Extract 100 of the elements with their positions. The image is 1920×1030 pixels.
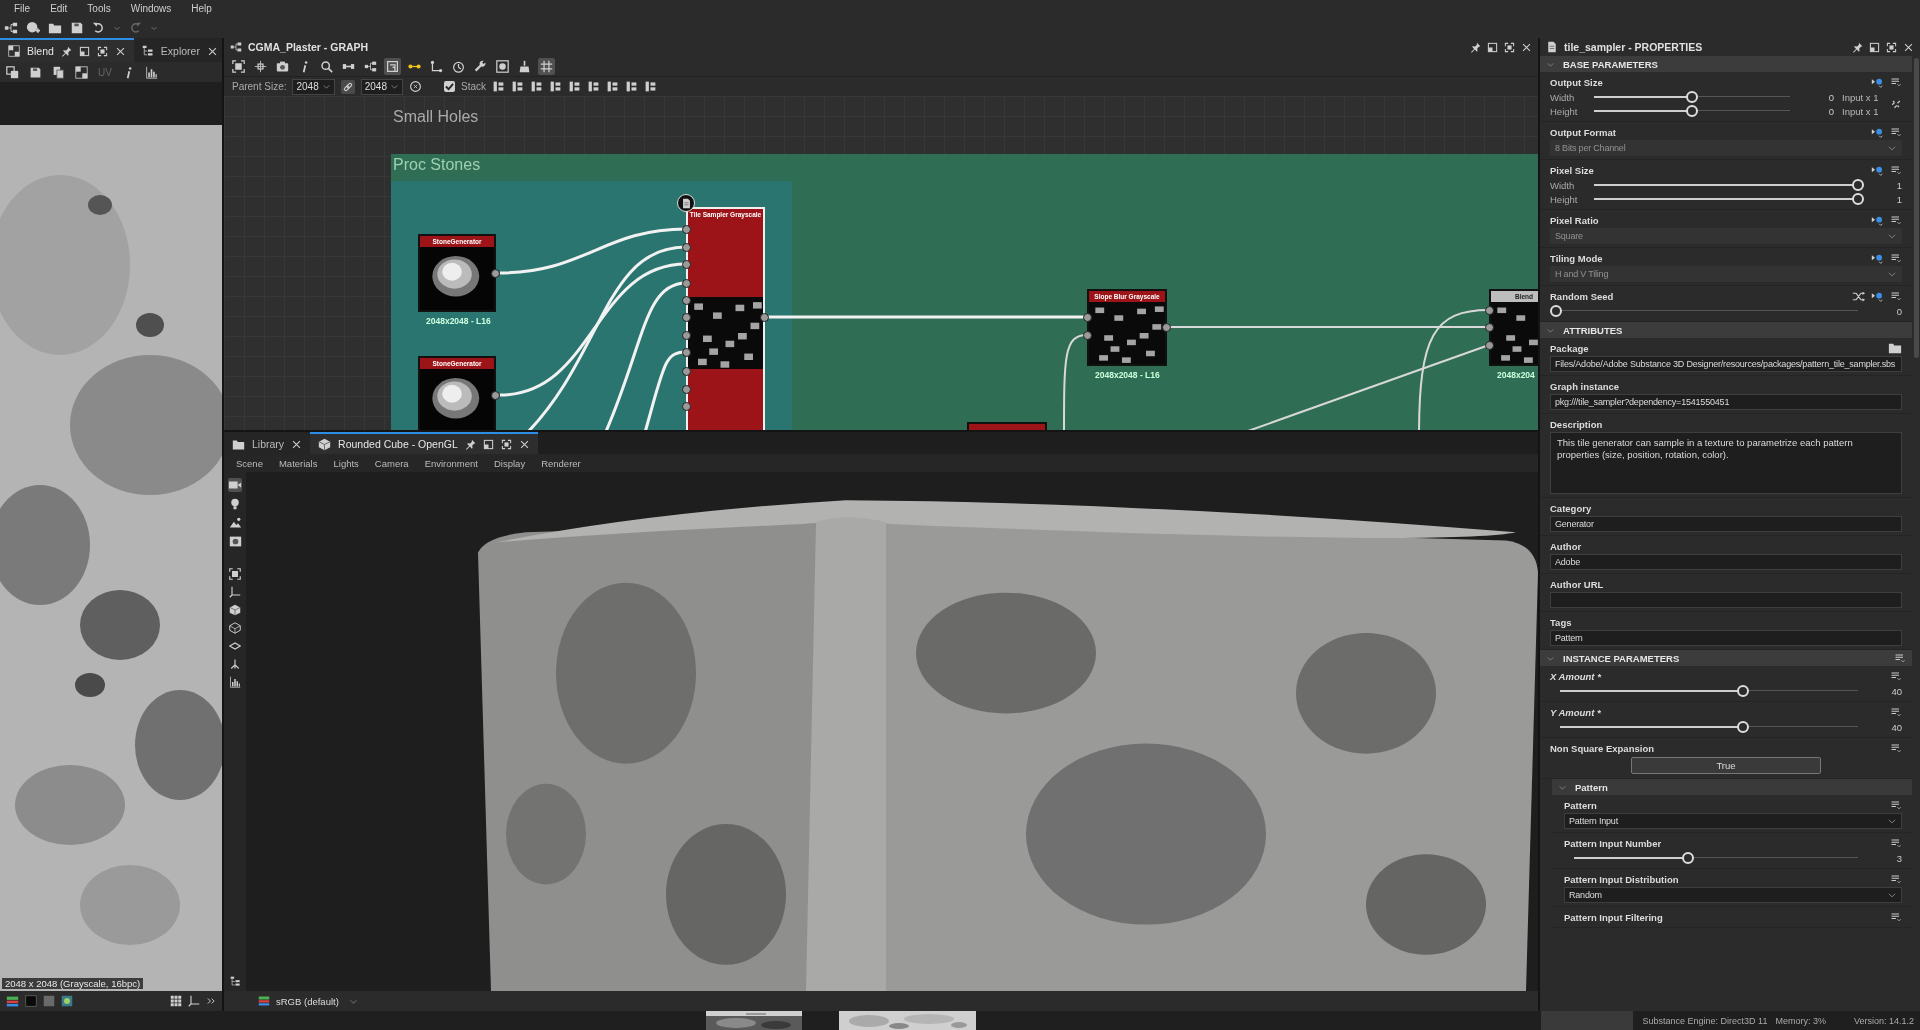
size-dropdown[interactable]: 2048 (360, 78, 403, 95)
group-header[interactable]: Pattern (1552, 779, 1912, 795)
pin-icon[interactable] (464, 438, 476, 450)
menu-icon[interactable] (1890, 799, 1902, 811)
redo-icon[interactable] (129, 21, 142, 34)
align-icon[interactable] (549, 80, 562, 93)
toggle-button[interactable]: True (1631, 757, 1821, 774)
output-port[interactable] (491, 391, 500, 400)
menu-item[interactable]: Lights (325, 457, 367, 469)
link-toggle[interactable] (340, 79, 355, 94)
float-icon[interactable] (1869, 41, 1880, 53)
tiles-icon[interactable] (170, 995, 182, 1007)
unlink-icon[interactable] (1890, 98, 1902, 110)
plane-icon[interactable] (229, 640, 241, 652)
copy-icon[interactable] (6, 65, 19, 79)
panel-tab[interactable]: Rounded Cube - OpenGL (310, 432, 538, 454)
pin-icon[interactable] (1852, 41, 1863, 53)
align-icon[interactable] (625, 80, 638, 93)
menu-item[interactable]: Edit (40, 3, 78, 14)
dropdown[interactable]: Pattern Input (1564, 813, 1902, 829)
text-field[interactable]: pkg:///tile_sampler?dependency=1541550451 (1550, 394, 1902, 410)
menu-icon[interactable] (1890, 873, 1902, 885)
pages-icon[interactable] (52, 65, 65, 79)
tree-icon[interactable] (141, 45, 154, 57)
dropdown[interactable]: Random (1564, 887, 1902, 903)
size-dropdown[interactable]: 2048 (292, 78, 335, 95)
align-icon[interactable] (511, 80, 524, 93)
float-icon[interactable] (78, 45, 90, 57)
menu-icon[interactable] (1890, 742, 1902, 754)
maximize-icon[interactable] (1504, 41, 1515, 53)
new-graph-icon[interactable] (4, 20, 18, 35)
text-field[interactable]: Pattern (1550, 630, 1902, 646)
histogram-icon[interactable] (144, 65, 158, 79)
maximize-icon[interactable] (500, 438, 512, 450)
menu-item[interactable]: Environment (416, 457, 486, 469)
axes-icon[interactable] (188, 995, 200, 1007)
text-field[interactable]: Generator (1550, 516, 1902, 532)
swatch-icon[interactable] (43, 995, 55, 1007)
layers-icon[interactable] (6, 994, 19, 1008)
menu-icon[interactable] (1890, 837, 1902, 849)
close-icon[interactable] (206, 45, 218, 57)
menu-icon[interactable] (1894, 652, 1906, 664)
align-icon[interactable] (606, 80, 619, 93)
section-header[interactable]: ATTRIBUTES (1540, 322, 1912, 338)
cube-icon[interactable] (229, 604, 241, 616)
slider-thumb[interactable] (1737, 721, 1750, 733)
color-space-dropdown[interactable]: sRGB (default) (254, 994, 362, 1008)
align-icon[interactable] (530, 80, 543, 93)
menu-icon[interactable] (1890, 76, 1902, 88)
float-icon[interactable] (1487, 41, 1498, 53)
maximize-icon[interactable] (96, 45, 108, 57)
output-port[interactable] (1162, 323, 1171, 332)
shuffle-icon[interactable] (1852, 289, 1865, 303)
save-icon[interactable] (70, 20, 84, 35)
slider-thumb[interactable] (1852, 193, 1864, 205)
menu-item[interactable]: Display (486, 457, 534, 469)
bulb-icon[interactable] (229, 498, 241, 510)
cube-icon[interactable] (318, 437, 332, 451)
menu-icon[interactable] (1890, 911, 1902, 923)
checker-icon[interactable] (8, 45, 20, 57)
slider-thumb[interactable] (1852, 179, 1864, 191)
slider-thumb[interactable] (1681, 852, 1694, 864)
image-icon[interactable] (61, 995, 73, 1007)
wireframe-icon[interactable] (229, 622, 241, 634)
menu-icon[interactable] (1890, 670, 1902, 682)
slider-thumb[interactable] (1686, 91, 1698, 103)
swatch-icon[interactable] (25, 995, 37, 1007)
globe-add-icon[interactable] (26, 20, 40, 35)
menu-item[interactable]: Tools (77, 3, 121, 14)
align-icon[interactable] (492, 80, 505, 93)
menu-item[interactable]: Help (181, 3, 222, 14)
maximize-icon[interactable] (1886, 41, 1897, 53)
section-header[interactable]: INSTANCE PARAMETERS (1540, 650, 1912, 666)
reset-icon[interactable] (409, 80, 422, 93)
text-field[interactable]: Files/Adobe/Adobe Substance 3D Designer/resources/packages/pattern_tile_sampler.sbs (1550, 356, 1902, 372)
menu-icon[interactable] (1890, 706, 1902, 718)
frame-icon[interactable] (229, 568, 241, 580)
slider-thumb[interactable] (1737, 685, 1750, 697)
slider-thumb[interactable] (1550, 305, 1562, 317)
landscape-icon[interactable] (228, 516, 242, 529)
menu-icon[interactable] (1890, 164, 1902, 176)
menu-item[interactable]: Scene (228, 457, 271, 469)
menu-icon[interactable] (1890, 214, 1902, 226)
menu-icon[interactable] (1890, 252, 1902, 264)
align-icon[interactable] (568, 80, 581, 93)
pin-icon[interactable] (60, 45, 72, 57)
slider-thumb[interactable] (1686, 105, 1698, 117)
text-area[interactable]: This tile generator can sample in a texture to parametrize each pattern properties (size, position, rotation, color). (1550, 432, 1902, 494)
close-icon[interactable] (1521, 41, 1532, 53)
close-icon[interactable] (291, 438, 303, 450)
more-icon[interactable] (206, 996, 216, 1006)
menu-item[interactable]: File (4, 3, 41, 14)
pivot-icon[interactable] (229, 658, 241, 670)
section-header[interactable]: BASE PARAMETERS (1540, 56, 1912, 72)
output-port[interactable] (760, 313, 769, 322)
menu-icon[interactable] (1890, 290, 1902, 302)
save-icon[interactable] (29, 65, 42, 79)
pin-icon[interactable] (1470, 41, 1481, 53)
close-icon[interactable] (1903, 41, 1914, 53)
panel-tab[interactable]: Blend (0, 38, 134, 62)
